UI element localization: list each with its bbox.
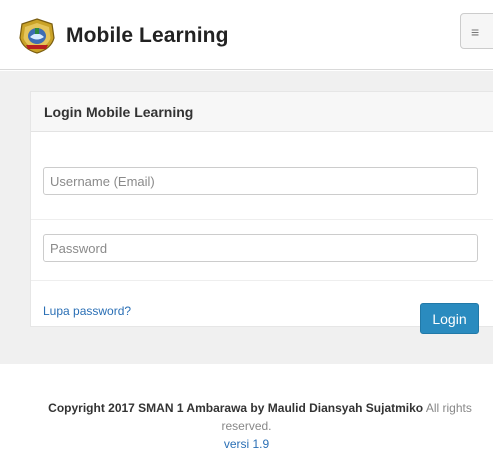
reserved-text: reserved.: [221, 419, 272, 433]
username-input[interactable]: [43, 167, 478, 195]
login-panel-title: Login Mobile Learning: [44, 104, 194, 120]
app-title: Mobile Learning: [66, 24, 229, 47]
school-emblem-icon: [19, 18, 55, 54]
divider: [31, 219, 493, 220]
navbar: Mobile Learning ≡: [0, 0, 493, 70]
version-link[interactable]: versi 1.9: [224, 437, 269, 451]
forgot-password-link[interactable]: Lupa password?: [43, 304, 131, 318]
copyright-text: Copyright 2017 SMAN 1 Ambarawa by Maulid…: [48, 401, 424, 415]
main-content: Login Mobile Learning Lupa password? Log…: [0, 71, 493, 364]
hamburger-menu-icon: ≡: [471, 24, 480, 40]
panel-heading: Login Mobile Learning: [31, 92, 493, 132]
login-panel: Login Mobile Learning Lupa password? Log…: [30, 91, 493, 334]
divider: [31, 280, 493, 281]
login-button[interactable]: Login: [420, 303, 479, 334]
menu-toggle-button[interactable]: ≡: [460, 13, 493, 49]
copyright-line: Copyright 2017 SMAN 1 Ambarawa by Maulid…: [20, 400, 493, 416]
password-input[interactable]: [43, 234, 478, 262]
rights-text: All rights: [425, 401, 472, 415]
